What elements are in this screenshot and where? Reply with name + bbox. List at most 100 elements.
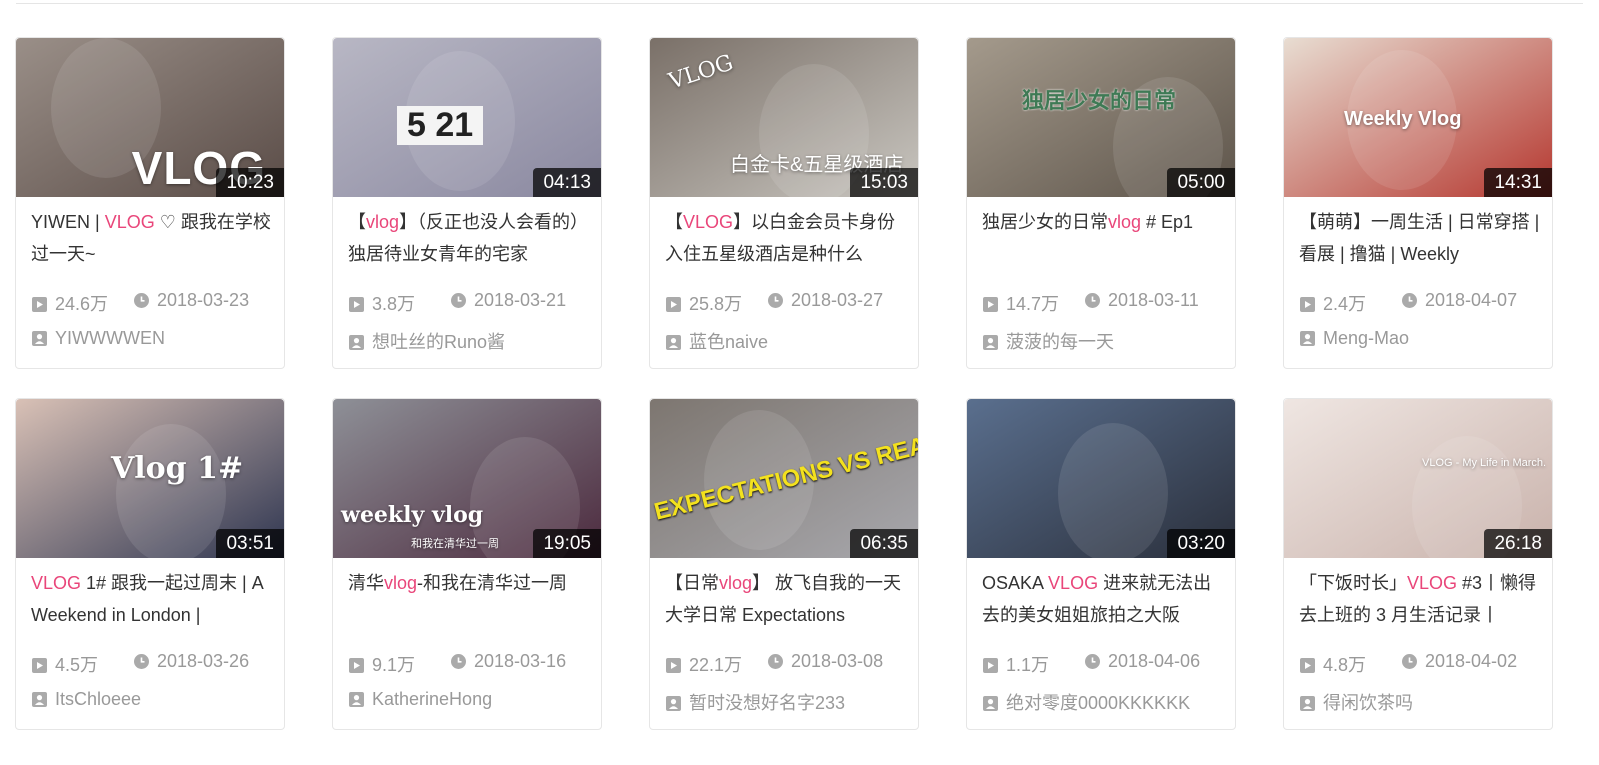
duration-badge: 05:00 xyxy=(1167,168,1235,197)
video-title[interactable]: 清华vlog-和我在清华过一周 xyxy=(348,567,593,629)
duration-badge: 19:05 xyxy=(533,529,601,558)
video-thumbnail[interactable]: VLOG 10:23 xyxy=(16,38,284,197)
video-thumbnail[interactable]: Vlog 1# 03:51 xyxy=(16,399,284,558)
thumbnail-overlay-text: 独居少女的日常 xyxy=(1022,88,1177,113)
uploader-text: 得闲饮茶吗 xyxy=(1323,693,1413,713)
video-card[interactable]: 白金卡&五星级酒店 VLOG 15:03 【VLOG】以白金会员卡身份入住五星级酒店是… xyxy=(649,37,919,369)
title-text: # Ep1 xyxy=(1141,212,1194,232)
thumbnail-overlay-text: 5 21 xyxy=(397,106,484,145)
duration-badge: 03:51 xyxy=(216,529,284,558)
uploader-text: Meng-Mao xyxy=(1323,328,1410,348)
video-thumbnail[interactable]: Weekly Vlog 14:31 xyxy=(1284,38,1552,197)
uploader[interactable]: 蓝色naive xyxy=(666,328,768,354)
top-divider xyxy=(16,3,1583,4)
video-card[interactable]: Vlog 1# 03:51 VLOG 1# 跟我一起过周末 | A Weekend … xyxy=(15,398,285,730)
upload-date: 2018-03-23 xyxy=(134,290,249,311)
play-icon xyxy=(1300,296,1315,312)
duration-badge: 14:31 xyxy=(1484,168,1552,197)
user-icon xyxy=(666,334,681,350)
title-text: -和我在清华过一周 xyxy=(417,573,568,593)
uploader-text: ItsChloeee xyxy=(55,689,142,709)
user-icon xyxy=(983,695,998,711)
title-text: OSAKA xyxy=(982,573,1049,593)
duration-badge: 10:23 xyxy=(216,168,284,197)
video-title[interactable]: 【萌萌】一周生活 | 日常穿搭 | 看展 | 撸猫 | Weekly xyxy=(1299,206,1544,268)
title-keyword-highlight: VLOG xyxy=(683,212,734,232)
uploader[interactable]: 想吐丝的Runo酱 xyxy=(349,328,505,354)
video-thumbnail[interactable]: EXPECTATIONS VS REALITY 06:35 xyxy=(650,399,918,558)
clock-icon xyxy=(134,292,149,308)
video-thumbnail[interactable]: weekly vlog 和我在清华过一周 19:05 xyxy=(333,399,601,558)
view-count: 1.1万 xyxy=(983,651,1049,677)
title-keyword-highlight: vlog xyxy=(366,212,400,232)
clock-icon xyxy=(1085,653,1100,669)
uploader[interactable]: YIWWWWEN xyxy=(32,328,165,349)
video-title[interactable]: 【日常vlog】 放飞自我的一天大学日常 Expectations xyxy=(665,567,910,629)
duration-badge: 15:03 xyxy=(850,168,918,197)
view-count: 4.8万 xyxy=(1300,651,1366,677)
video-thumbnail[interactable]: 5 21 04:13 xyxy=(333,38,601,197)
thumbnail-overlay-text: VLOG - My Life in March. xyxy=(1422,457,1547,469)
video-card[interactable]: Weekly Vlog 14:31 【萌萌】一周生活 | 日常穿搭 | 看展 | 撸… xyxy=(1283,37,1553,369)
view-count-text: 1.1万 xyxy=(1006,655,1050,675)
video-title[interactable]: 「下饭时长」VLOG #3丨懒得去上班的 3 月生活记录丨 xyxy=(1299,567,1544,629)
title-text: 清华 xyxy=(348,573,384,593)
view-count: 3.8万 xyxy=(349,290,415,316)
upload-date-text: 2018-04-06 xyxy=(1108,651,1201,671)
duration-badge: 06:35 xyxy=(850,529,918,558)
video-card[interactable]: VLOG - My Life in March. 26:18 「下饭时长」VLOG … xyxy=(1283,398,1553,730)
upload-date-text: 2018-03-27 xyxy=(791,290,884,310)
view-count-text: 3.8万 xyxy=(372,294,416,314)
view-count-text: 25.8万 xyxy=(689,294,743,314)
uploader-text: KatherineHong xyxy=(372,689,493,709)
title-keyword-highlight: VLOG xyxy=(1407,573,1458,593)
upload-date-text: 2018-03-08 xyxy=(791,651,884,671)
view-count-text: 4.5万 xyxy=(55,655,99,675)
title-keyword-highlight: VLOG xyxy=(31,573,82,593)
title-text: 【 xyxy=(665,212,683,232)
view-count: 4.5万 xyxy=(32,651,98,677)
video-title[interactable]: 【VLOG】以白金会员卡身份入住五星级酒店是种什么 xyxy=(665,206,910,268)
uploader[interactable]: ItsChloeee xyxy=(32,689,141,710)
video-title[interactable]: 【vlog】（反正也没人会看的）独居待业女青年的宅家 xyxy=(348,206,593,268)
play-icon xyxy=(1300,657,1315,673)
thumbnail-overlay-text: Weekly Vlog xyxy=(1344,108,1462,130)
video-card[interactable]: 独居少女的日常 05:00 独居少女的日常vlog # Ep1 14.7万 2018-0… xyxy=(966,37,1236,369)
video-card[interactable]: VLOG 10:23 YIWEN | VLOG ♡ 跟我在学校过一天~ 24.6万 20… xyxy=(15,37,285,369)
play-icon xyxy=(983,657,998,673)
clock-icon xyxy=(451,653,466,669)
uploader[interactable]: 菠菠的每一天 xyxy=(983,328,1114,354)
video-card[interactable]: EXPECTATIONS VS REALITY 06:35 【日常vlog】 放飞自… xyxy=(649,398,919,730)
clock-icon xyxy=(1402,292,1417,308)
video-card[interactable]: 5 21 04:13 【vlog】（反正也没人会看的）独居待业女青年的宅家 3.8万 2… xyxy=(332,37,602,369)
play-icon xyxy=(666,296,681,312)
title-text: 【日常 xyxy=(665,573,719,593)
upload-date-text: 2018-03-11 xyxy=(1108,290,1199,310)
user-icon xyxy=(1300,695,1315,711)
video-card[interactable]: 03:20 OSAKA VLOG 进来就无法出去的美女姐姐旅拍之大阪 1.1万 201… xyxy=(966,398,1236,730)
clock-icon xyxy=(768,653,783,669)
view-count: 14.7万 xyxy=(983,290,1059,316)
uploader[interactable]: KatherineHong xyxy=(349,689,492,710)
view-count-text: 4.8万 xyxy=(1323,655,1367,675)
uploader[interactable]: Meng-Mao xyxy=(1300,328,1409,349)
uploader[interactable]: 绝对零度0000KKKKKK xyxy=(983,689,1190,715)
video-title[interactable]: VLOG 1# 跟我一起过周末 | A Weekend in London | xyxy=(31,567,276,629)
user-icon xyxy=(32,691,47,707)
uploader[interactable]: 得闲饮茶吗 xyxy=(1300,689,1413,715)
video-thumbnail[interactable]: 独居少女的日常 05:00 xyxy=(967,38,1235,197)
title-text: 「下饭时长」 xyxy=(1299,573,1407,593)
video-card[interactable]: weekly vlog 和我在清华过一周 19:05 清华vlog-和我在清华过一周 9… xyxy=(332,398,602,730)
uploader-text: YIWWWWEN xyxy=(55,328,165,348)
upload-date: 2018-03-26 xyxy=(134,651,249,672)
video-thumbnail[interactable]: 白金卡&五星级酒店 VLOG 15:03 xyxy=(650,38,918,197)
video-thumbnail[interactable]: 03:20 xyxy=(967,399,1235,558)
play-icon xyxy=(666,657,681,673)
uploader[interactable]: 暂时没想好名字233 xyxy=(666,689,845,715)
video-title[interactable]: YIWEN | VLOG ♡ 跟我在学校过一天~ xyxy=(31,206,276,268)
video-title[interactable]: 独居少女的日常vlog # Ep1 xyxy=(982,206,1227,268)
upload-date: 2018-04-06 xyxy=(1085,651,1200,672)
video-thumbnail[interactable]: VLOG - My Life in March. 26:18 xyxy=(1284,399,1552,558)
uploader-text: 想吐丝的Runo酱 xyxy=(372,332,506,352)
video-title[interactable]: OSAKA VLOG 进来就无法出去的美女姐姐旅拍之大阪 xyxy=(982,567,1227,629)
